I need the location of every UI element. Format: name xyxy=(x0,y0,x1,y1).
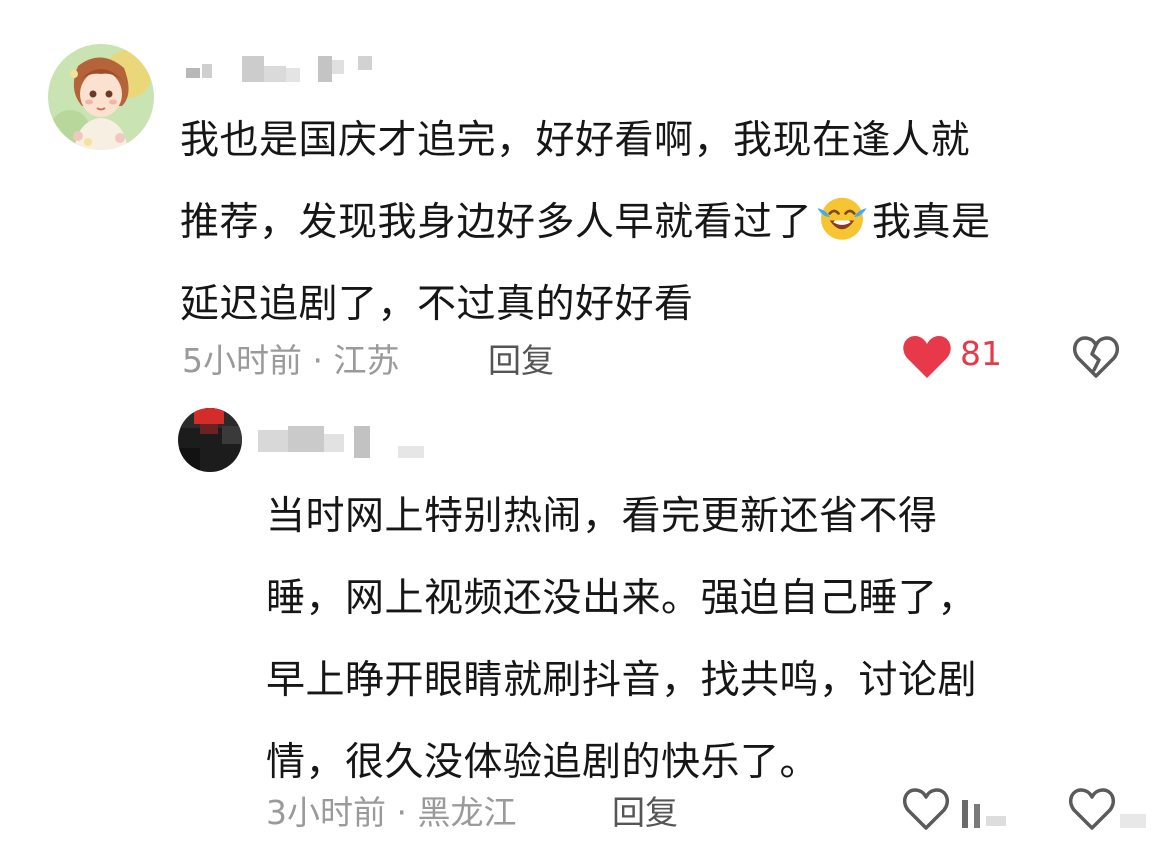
reply-meta: 3小时前 · 黑龙江 xyxy=(266,793,517,832)
comment-line: 推荐，发现我身边好多人早就看过了 我真是 xyxy=(180,182,1120,264)
avatar-image xyxy=(178,408,242,472)
avatar-illustration xyxy=(48,44,154,150)
avatar[interactable] xyxy=(48,44,154,150)
reply-body: 当时网上特别热闹，看完更新还省不得 睡，网上视频还没出来。强迫自己睡了， 早上睁… xyxy=(266,476,1106,804)
comment-line: 睡，网上视频还没出来。强迫自己睡了， xyxy=(266,576,978,621)
heart-outline-icon xyxy=(903,788,1006,830)
reply-username-redacted[interactable] xyxy=(258,424,438,464)
like-button[interactable] xyxy=(900,786,1010,832)
username-redacted[interactable] xyxy=(182,56,382,82)
reply-avatar[interactable] xyxy=(178,408,242,472)
comment-body: 我也是国庆才追完，好好看啊，我现在逢人就 推荐，发现我身边好多人早就看过了 我真… xyxy=(180,100,1120,346)
comment-line: 当时网上特别热闹，看完更新还省不得 xyxy=(266,494,938,539)
broken-heart-icon xyxy=(1073,336,1119,378)
like-button[interactable] xyxy=(902,334,952,380)
dislike-button[interactable] xyxy=(1068,784,1150,834)
broken-heart-icon xyxy=(1069,788,1146,830)
comment-line: 早上睁开眼睛就刷抖音，找共鸣，讨论剧 xyxy=(266,658,978,703)
heart-icon xyxy=(903,336,951,378)
reply-button[interactable]: 回复 xyxy=(612,786,678,834)
reply-button[interactable]: 回复 xyxy=(488,334,554,382)
like-count: 81 xyxy=(960,334,1002,373)
comment-line: 我也是国庆才追完，好好看啊，我现在逢人就 xyxy=(180,118,971,163)
dislike-button[interactable] xyxy=(1072,334,1120,380)
comment-meta: 5小时前 · 江苏 xyxy=(182,341,400,380)
laugh-cry-emoji-icon xyxy=(817,197,867,240)
